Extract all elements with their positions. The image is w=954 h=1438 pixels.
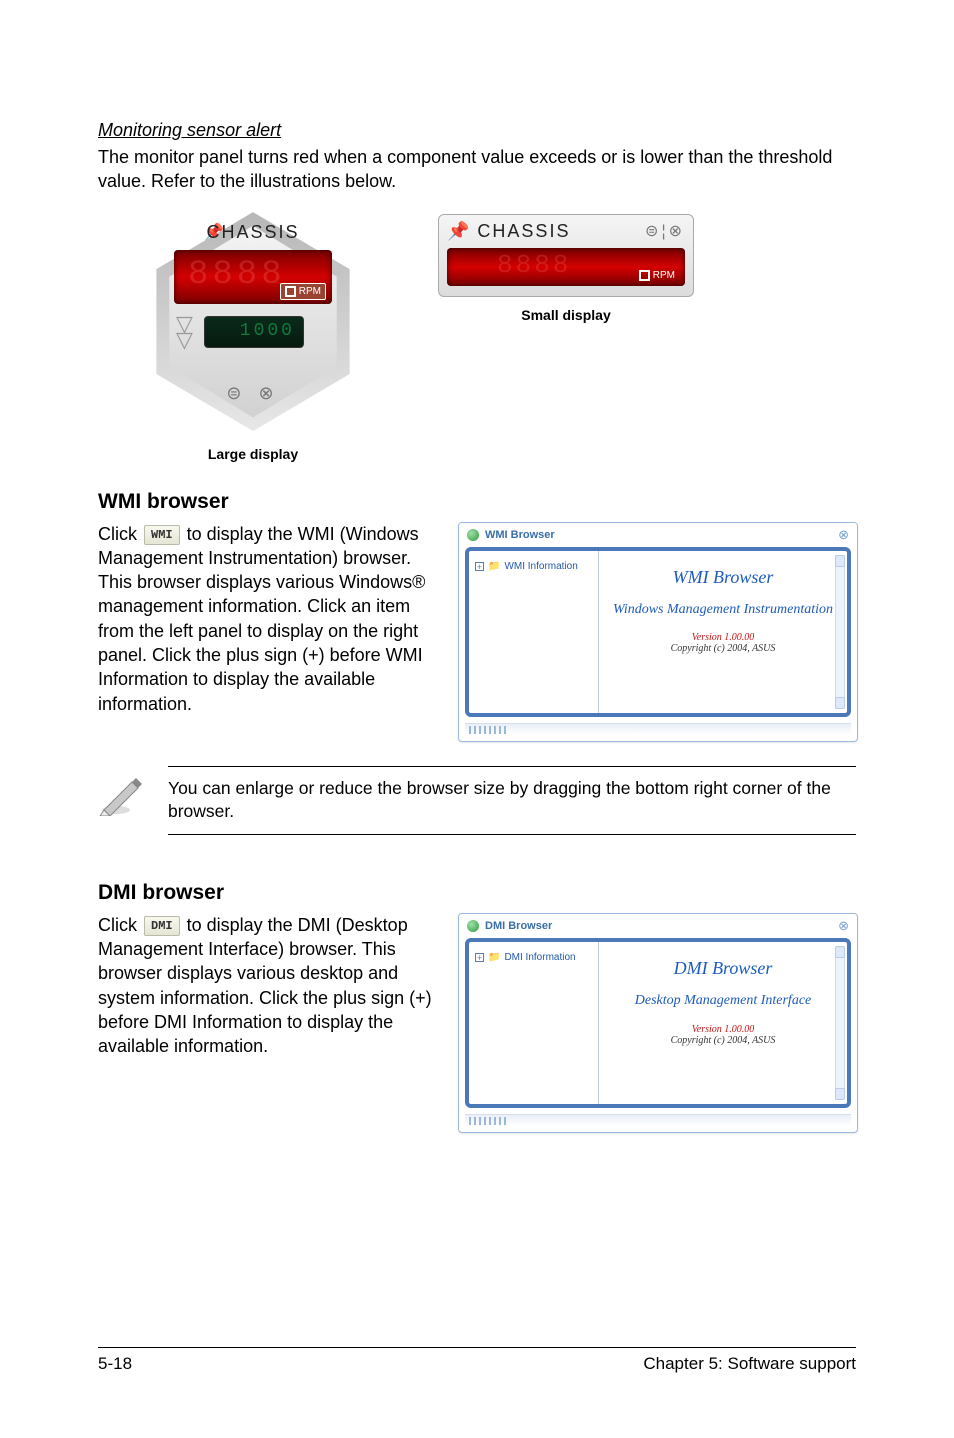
note-block: You can enlarge or reduce the browser si… [98,766,856,845]
scroll-down-icon[interactable] [835,697,845,709]
wmi-tree-item[interactable]: + 📁 WMI Information [475,561,592,572]
large-display-caption: Large display [148,446,358,462]
resize-grip[interactable] [465,1114,851,1126]
dmi-tree-panel: + 📁 DMI Information [469,942,599,1104]
pencil-icon [98,770,144,816]
dmi-tree-label: DMI Information [504,952,575,963]
scrollbar[interactable] [835,555,845,709]
wmi-para-before: Click [98,524,142,544]
wmi-copyright: Copyright (c) 2004, ASUS [605,643,841,654]
dmi-body: + 📁 DMI Information DMI Browser Desktop … [465,938,851,1108]
dmi-tree-item[interactable]: + 📁 DMI Information [475,952,592,963]
dmi-content-title: DMI Browser [605,958,841,979]
alert-panel-small: 8888 RPM [447,248,685,286]
tree-expand-icon[interactable]: + [475,953,484,962]
close-icon[interactable]: ⊗ [838,918,849,934]
page-footer: 5-18 Chapter 5: Software support [98,1347,856,1374]
threshold-arrows[interactable]: ▽▽ [176,316,193,348]
small-display-block: 📌 CHASSIS ⊜¦⊗ 8888 RPM Small display [438,214,694,323]
wmi-browser-window: WMI Browser ⊗ + 📁 WMI Information WMI Br… [458,522,858,742]
folder-icon: 📁 [488,952,500,963]
wmi-version: Version 1.00.00 [605,632,841,643]
dmi-content-sub: Desktop Management Interface [605,993,841,1010]
dmi-two-col: Click DMI to display the DMI (Desktop Ma… [98,913,856,1133]
small-display-caption: Small display [438,307,694,323]
tree-expand-icon[interactable]: + [475,562,484,571]
dmi-para-after: to display the DMI (Desktop Management I… [98,915,432,1056]
note-text: You can enlarge or reduce the browser si… [168,777,856,824]
close-icon[interactable]: ⊗ [838,527,849,543]
rpm-badge-small: RPM [635,269,679,282]
chapter-label: Chapter 5: Software support [643,1354,856,1374]
note-rule-bottom [168,834,856,835]
section-heading-monitoring: Monitoring sensor alert [98,120,856,141]
segment-readout-small: 8888 [497,250,571,280]
wmi-paragraph: Click WMI to display the WMI (Windows Ma… [98,522,438,716]
wmi-content-sub: Windows Management Instrumentation [605,602,841,619]
scrollbar[interactable] [835,946,845,1100]
wmi-para-after: to display the WMI (Windows Management I… [98,524,425,714]
segment-readout-large: 8888 [188,256,286,294]
threshold-panel: 1000 [204,316,304,348]
dmi-heading: DMI browser [98,881,856,905]
dmi-para-before: Click [98,915,142,935]
large-display-block: 📌 CHASSIS 8888 RPM ▽▽ 1000 ⊜ ⊗ Large dis… [148,208,358,462]
dmi-button-chip[interactable]: DMI [144,916,180,936]
wmi-content-title: WMI Browser [605,567,841,588]
dmi-copyright: Copyright (c) 2004, ASUS [605,1035,841,1046]
dmi-browser-window: DMI Browser ⊗ + 📁 DMI Information DMI Br… [458,913,858,1133]
dmi-content-panel: DMI Browser Desktop Management Interface… [599,942,847,1104]
dmi-paragraph: Click DMI to display the DMI (Desktop Ma… [98,913,438,1059]
wmi-two-col: Click WMI to display the WMI (Windows Ma… [98,522,856,742]
displays-row: 📌 CHASSIS 8888 RPM ▽▽ 1000 ⊜ ⊗ Large dis… [148,208,856,462]
pin-icon: 📌 [447,221,471,242]
scroll-up-icon[interactable] [835,555,845,567]
small-display-controls[interactable]: ⊜¦⊗ [645,221,685,241]
wmi-tree-label: WMI Information [504,561,577,572]
wmi-tree-panel: + 📁 WMI Information [469,551,599,713]
globe-icon [467,529,479,541]
globe-icon [467,920,479,932]
small-display-monitor: 📌 CHASSIS ⊜¦⊗ 8888 RPM [438,214,694,297]
chassis-title-large: CHASSIS [148,222,358,243]
folder-icon: 📁 [488,561,500,572]
wmi-titlebar-text: WMI Browser [485,529,555,541]
dmi-titlebar: DMI Browser ⊗ [459,914,857,938]
rpm-badge-large: RPM [280,283,326,300]
dmi-titlebar-text: DMI Browser [485,920,552,932]
wmi-titlebar: WMI Browser ⊗ [459,523,857,547]
large-display-controls[interactable]: ⊜ ⊗ [148,383,358,404]
scroll-down-icon[interactable] [835,1088,845,1100]
scroll-up-icon[interactable] [835,946,845,958]
wmi-content-panel: WMI Browser Windows Management Instrumen… [599,551,847,713]
section-paragraph-monitoring: The monitor panel turns red when a compo… [98,145,856,194]
wmi-button-chip[interactable]: WMI [144,525,180,545]
dmi-version: Version 1.00.00 [605,1024,841,1035]
page-number: 5-18 [98,1354,132,1374]
wmi-body: + 📁 WMI Information WMI Browser Windows … [465,547,851,717]
alert-panel-large: 8888 RPM [174,250,332,304]
note-rule-top [168,766,856,767]
chassis-title-small: 📌 CHASSIS [447,221,570,242]
chassis-title-small-text: CHASSIS [477,221,570,242]
resize-grip[interactable] [465,723,851,735]
large-display-monitor: 📌 CHASSIS 8888 RPM ▽▽ 1000 ⊜ ⊗ [148,208,358,436]
wmi-heading: WMI browser [98,490,856,514]
